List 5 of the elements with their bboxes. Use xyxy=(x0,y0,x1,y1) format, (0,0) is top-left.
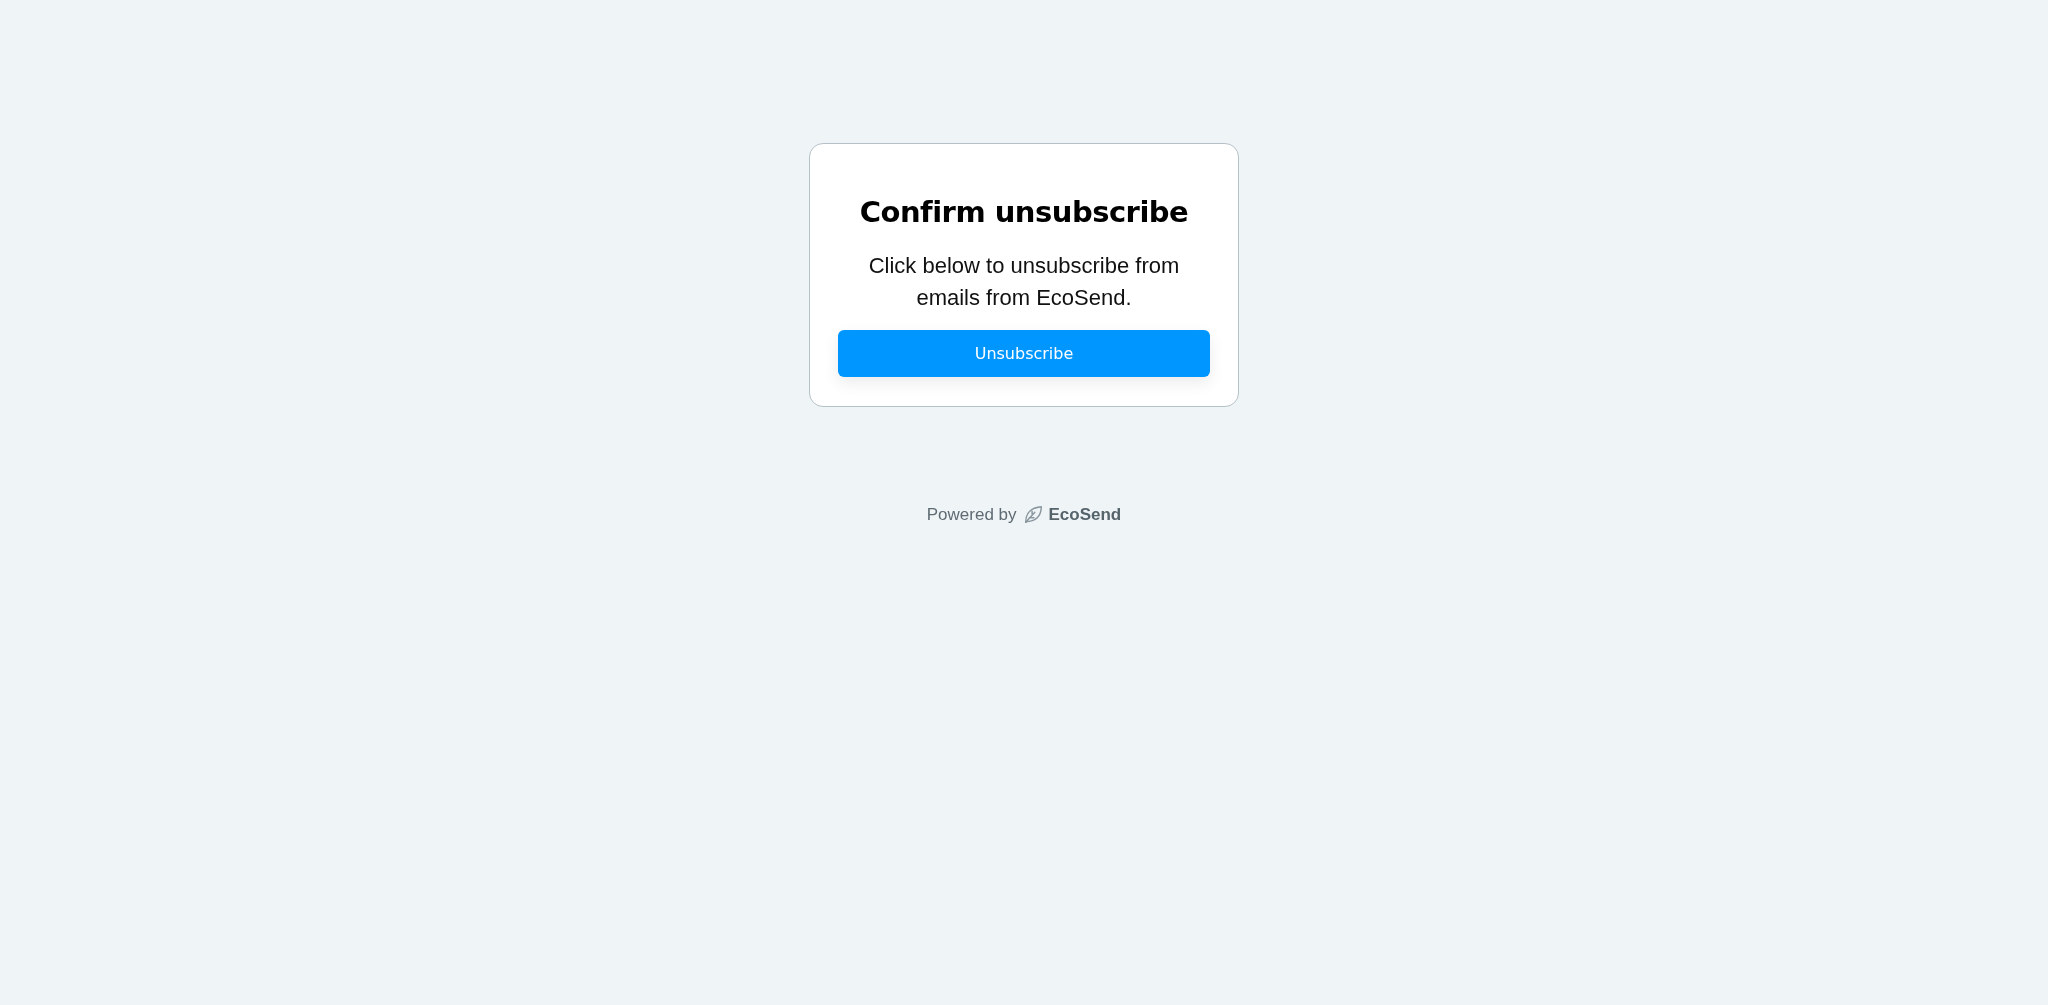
unsubscribe-button[interactable]: Unsubscribe xyxy=(838,330,1210,377)
card-message: Click below to unsubscribe from emails from EcoSend. xyxy=(867,252,1181,312)
card-title: Confirm unsubscribe xyxy=(859,194,1189,230)
powered-by-text: Powered by xyxy=(926,504,1017,526)
brand-name[interactable]: EcoSend xyxy=(1048,502,1122,528)
